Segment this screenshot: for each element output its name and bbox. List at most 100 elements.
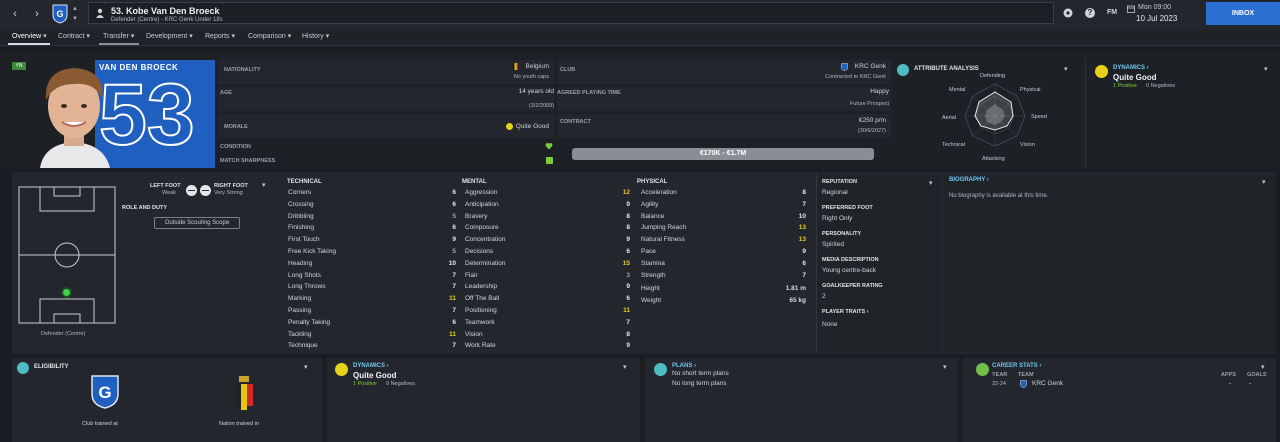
biography-menu-icon[interactable]: ▾: [1262, 178, 1266, 186]
help-icon[interactable]: ?: [1085, 8, 1095, 18]
attribute-value: 11: [449, 330, 456, 338]
tab-comparison[interactable]: Comparison ▾: [248, 32, 291, 40]
tab-overview[interactable]: Overview ▾: [12, 32, 47, 40]
tab-active-indicator: [8, 43, 50, 45]
attribute-value: 7: [802, 200, 806, 208]
attribute-row[interactable]: Marking 11: [283, 294, 461, 306]
attribute-row[interactable]: First Touch 9: [283, 235, 461, 247]
game-time: Mon 09:00: [1138, 4, 1172, 11]
position-menu-icon[interactable]: ▾: [262, 181, 266, 189]
attribute-name: Strength: [641, 271, 666, 279]
attribute-row[interactable]: Free Kick Taking 5: [283, 247, 461, 259]
attribute-value: 6: [452, 224, 456, 232]
attribute-row[interactable]: Work Rate 9: [460, 341, 635, 353]
club-value[interactable]: KRC Genk: [855, 63, 886, 70]
playing-time-box: AGREED PLAYING TIME Happy Future Prospec…: [557, 87, 891, 111]
attribute-row[interactable]: Tackling 11: [283, 330, 461, 342]
attribute-row[interactable]: Determination 15: [460, 259, 635, 271]
dynamics-menu-icon[interactable]: ▾: [1264, 65, 1268, 73]
attribute-row[interactable]: Agility 7: [636, 200, 811, 212]
tab-history[interactable]: History ▾: [302, 32, 329, 40]
attribute-row[interactable]: Jumping Reach 13: [636, 223, 811, 235]
person-icon: [95, 8, 105, 18]
contract-label: CONTRACT: [560, 119, 591, 125]
attribute-row[interactable]: Aggression 12: [460, 188, 635, 200]
tab-reports[interactable]: Reports ▾: [205, 32, 235, 40]
attribute-value: 11: [623, 307, 630, 314]
dynamics-bottom-menu-icon[interactable]: ▾: [623, 363, 627, 371]
attribute-row[interactable]: Dribbling 5: [283, 212, 461, 224]
position-marker-icon[interactable]: [61, 287, 72, 298]
personality-label: PERSONALITY: [822, 231, 862, 237]
radar-label-speed: Speed: [1031, 114, 1047, 120]
attribute-row[interactable]: Vision 8: [460, 330, 635, 342]
attribute-row[interactable]: Stamina 6: [636, 259, 811, 271]
attribute-name: Finishing: [288, 224, 315, 232]
attribute-row[interactable]: Passing 7: [283, 306, 461, 318]
career-stats-link[interactable]: CAREER STATS ›: [992, 363, 1041, 369]
dynamics-link[interactable]: DYNAMICS ›: [1113, 65, 1149, 71]
plans-panel: PLANS › No short term plans No long term…: [645, 358, 958, 442]
attribute-row[interactable]: Flair 3: [460, 271, 635, 283]
dynamics-bottom-negatives: 0 Negatives: [386, 381, 416, 387]
attribute-row[interactable]: Penalty Taking 6: [283, 318, 461, 330]
tab-bar: Overview ▾ Contract ▾ Transfer ▾ Develop…: [0, 30, 1280, 46]
transfer-value-bar[interactable]: €170K - €1.7M: [572, 148, 874, 160]
radar-label-physical: Physical: [1020, 87, 1041, 93]
attribute-row[interactable]: Leadership 9: [460, 282, 635, 294]
attribute-row[interactable]: Finishing 6: [283, 223, 461, 235]
goalkeeper-rating-value: 2: [822, 293, 826, 300]
club-trained-label: Club trained at: [82, 421, 118, 427]
attribute-row[interactable]: Long Shots 7: [283, 271, 461, 283]
attribute-row[interactable]: Off The Ball 6: [460, 294, 635, 306]
career-team-value[interactable]: KRC Genk: [1032, 380, 1063, 387]
attribute-row[interactable]: Corners 6: [283, 188, 461, 200]
attribute-row[interactable]: Balance 10: [636, 212, 811, 224]
attribute-name: Corners: [288, 189, 312, 196]
attribute-row[interactable]: Technique 7: [283, 341, 461, 353]
eligibility-menu-icon[interactable]: ▾: [304, 363, 308, 371]
attribute-value: 9: [626, 236, 630, 244]
inbox-button[interactable]: INBOX: [1206, 2, 1280, 25]
plans-link[interactable]: PLANS ›: [672, 363, 696, 369]
attribute-row[interactable]: Long Throws 7: [283, 282, 461, 294]
attribute-row[interactable]: Anticipation 9: [460, 200, 635, 212]
career-stats-menu-icon[interactable]: ▾: [1261, 363, 1265, 371]
attribute-row[interactable]: Concentration 9: [460, 235, 635, 247]
attribute-name: Technique: [288, 342, 318, 350]
attribute-row[interactable]: Heading 10: [283, 259, 461, 271]
back-arrow-icon[interactable]: ‹: [8, 7, 22, 21]
player-traits-link[interactable]: PLAYER TRAITS ›: [822, 309, 869, 315]
attribute-row[interactable]: Acceleration 8: [636, 188, 811, 200]
attribute-row[interactable]: Crossing 6: [283, 200, 461, 212]
attribute-value: 8: [802, 189, 806, 196]
attribute-value: 9: [626, 200, 630, 208]
attribute-row[interactable]: Pace 9: [636, 247, 811, 259]
preferred-foot-label: PREFERRED FOOT: [822, 205, 873, 211]
info-menu-icon[interactable]: ▾: [929, 179, 933, 187]
attribute-row[interactable]: Composure 8: [460, 223, 635, 235]
tab-transfer[interactable]: Transfer ▾: [103, 32, 134, 40]
attribute-row[interactable]: Natural Fitness 13: [636, 235, 811, 247]
club-badge-icon[interactable]: G: [52, 4, 68, 24]
biography-link[interactable]: BIOGRAPHY ›: [949, 177, 989, 183]
forward-arrow-icon[interactable]: ›: [30, 7, 44, 21]
tab-development[interactable]: Development ▾: [146, 32, 193, 40]
dynamics-bottom-link[interactable]: DYNAMICS ›: [353, 363, 389, 369]
left-foot-icon: [186, 185, 197, 196]
contract-box: CONTRACT €250 p/m (30/6/2027): [557, 114, 891, 138]
attribute-row[interactable]: Teamwork 7: [460, 318, 635, 330]
attribute-row[interactable]: Strength 7: [636, 271, 811, 283]
attribute-row[interactable]: Decisions 6: [460, 247, 635, 259]
plans-menu-icon[interactable]: ▾: [943, 363, 947, 371]
attribute-row[interactable]: Positioning 11: [460, 306, 635, 318]
up-down-chevrons-icon[interactable]: ▲ ▼: [72, 4, 80, 24]
scouting-scope-button[interactable]: Outside Scouting Scope: [154, 217, 240, 229]
attribute-value: 5: [452, 248, 456, 255]
fm-menu-button[interactable]: FM: [1107, 9, 1117, 16]
attribute-row[interactable]: Bravery 8: [460, 212, 635, 224]
tab-contract[interactable]: Contract ▾: [58, 32, 90, 40]
football-icon[interactable]: [1063, 8, 1073, 18]
radar-label-attacking: Attacking: [982, 156, 1005, 162]
attribute-value: 7: [452, 307, 456, 314]
